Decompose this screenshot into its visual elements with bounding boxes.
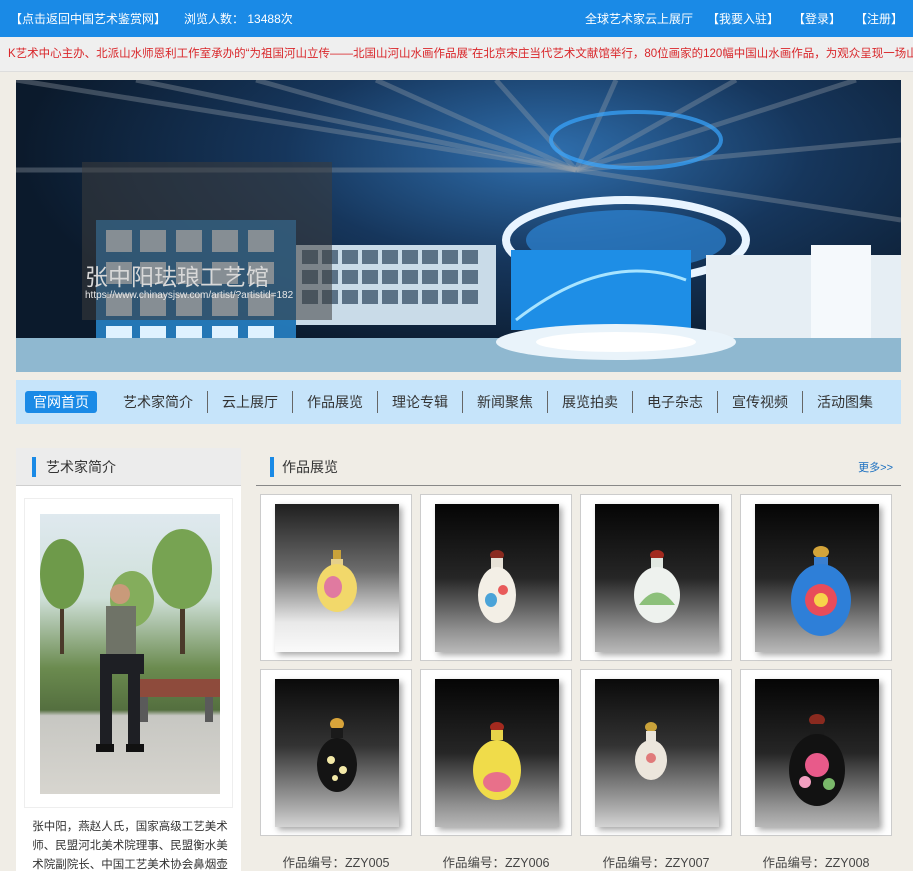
- work-card[interactable]: [420, 494, 572, 661]
- work-caption[interactable]: 作品编号：ZZY007: [580, 852, 732, 871]
- nav-item-artist-intro[interactable]: 艺术家简介: [109, 391, 207, 413]
- snuff-bottle-image: [789, 714, 845, 806]
- works-heading: 作品展览 更多>>: [256, 448, 901, 486]
- work-caption[interactable]: 作品编号：ZZY006: [420, 852, 572, 871]
- hero-banner: 张中阳珐琅工艺馆 https://www.chinaysjsw.com/arti…: [16, 80, 901, 372]
- more-link[interactable]: 更多>>: [858, 459, 893, 475]
- work-caption[interactable]: 作品编号：ZZY005: [260, 852, 412, 871]
- work-card[interactable]: [740, 669, 892, 836]
- artist-intro-panel: 艺术家简介 张中阳，燕赵人氏，国家高级工艺美术师、民盟河北美术院理事、民盟衡水美…: [16, 448, 241, 871]
- heading-accent-bar: [270, 456, 274, 477]
- works-grid: 作品编号：ZZY005 作品编号：ZZY006 作品编号：ZZY007 作品编号…: [260, 494, 900, 871]
- snuff-bottle-image: [634, 550, 680, 623]
- nav-item-home[interactable]: 官网首页: [25, 391, 97, 413]
- artist-bio: 张中阳，燕赵人氏，国家高级工艺美术师、民盟河北美术院理事、民盟衡水美术院副院长、…: [32, 821, 228, 871]
- snuff-bottle-image: [478, 550, 516, 623]
- top-bar: 【点击返回中国艺术鉴赏网】 浏览人数： 13488次 全球艺术家云上展厅 【我要…: [0, 0, 913, 37]
- work-card[interactable]: [420, 669, 572, 836]
- artist-intro-heading: 艺术家简介: [16, 448, 241, 486]
- join-link[interactable]: 【我要入驻】: [707, 10, 779, 27]
- snuff-bottle-image: [317, 718, 357, 792]
- works-title: 作品展览: [282, 458, 338, 475]
- nav-item-video[interactable]: 宣传视频: [717, 391, 802, 413]
- portrait-frame: [24, 498, 233, 808]
- visit-counter: 浏览人数： 13488次: [184, 10, 293, 27]
- nav-item-theory[interactable]: 理论专辑: [377, 391, 462, 413]
- snuff-bottle-image: [317, 550, 357, 612]
- main-nav: 官网首页 艺术家简介 云上展厅 作品展览 理论专辑 新闻聚焦 展览拍卖 电子杂志…: [16, 380, 901, 424]
- register-link[interactable]: 【注册】: [855, 10, 903, 27]
- gallery-title: 张中阳珐琅工艺馆: [85, 264, 269, 290]
- nav-item-cloud-hall[interactable]: 云上展厅: [207, 391, 292, 413]
- artist-photo: [40, 529, 220, 752]
- nav-item-news[interactable]: 新闻聚焦: [462, 391, 547, 413]
- work-card[interactable]: [580, 494, 732, 661]
- work-card[interactable]: [740, 494, 892, 661]
- visits-count: 13488次: [247, 12, 293, 26]
- back-home-link[interactable]: 【点击返回中国艺术鉴赏网】: [10, 10, 166, 27]
- nav-item-magazine[interactable]: 电子杂志: [632, 391, 717, 413]
- works-panel: 作品展览 更多>> 作品编号：ZZY005 作品编号：ZZY006 作品编号：Z…: [256, 448, 901, 871]
- artist-intro-title: 艺术家简介: [46, 458, 116, 475]
- artist-portrait[interactable]: [40, 514, 220, 794]
- marquee-text[interactable]: K艺术中心主办、北派山水师恩利工作室承办的“为祖国河山立传——北国山河山水画作品…: [8, 48, 913, 60]
- nav-item-gallery[interactable]: 活动图集: [802, 391, 887, 413]
- heading-accent-bar: [32, 456, 36, 477]
- news-marquee[interactable]: K艺术中心主办、北派山水师恩利工作室承办的“为祖国河山立传——北国山河山水画作品…: [0, 37, 913, 72]
- work-card[interactable]: [580, 669, 732, 836]
- snuff-bottle-image: [791, 546, 851, 636]
- work-card[interactable]: [260, 669, 412, 836]
- cloud-hall-link[interactable]: 全球艺术家云上展厅: [585, 10, 693, 27]
- snuff-bottle-image: [635, 722, 667, 780]
- work-caption[interactable]: 作品编号：ZZY008: [740, 852, 892, 871]
- work-card[interactable]: [260, 494, 412, 661]
- nav-item-works[interactable]: 作品展览: [292, 391, 377, 413]
- visits-label: 浏览人数：: [184, 12, 245, 26]
- nav-item-auction[interactable]: 展览拍卖: [547, 391, 632, 413]
- login-link[interactable]: 【登录】: [793, 10, 841, 27]
- snuff-bottle-image: [473, 722, 521, 800]
- gallery-url[interactable]: https://www.chinaysjsw.com/artist/?artis…: [85, 290, 293, 301]
